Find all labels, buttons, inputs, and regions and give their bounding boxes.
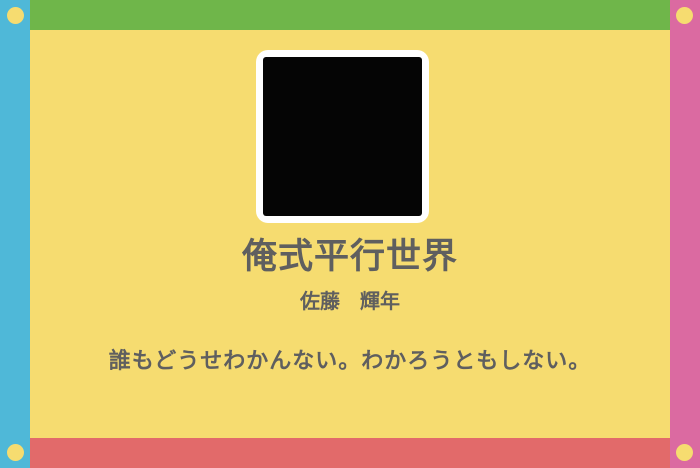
right-color-band bbox=[670, 0, 700, 468]
bottom-right-dot-icon bbox=[676, 444, 693, 461]
cover-image bbox=[263, 57, 422, 216]
bottom-color-band bbox=[30, 438, 670, 468]
author-name: 佐藤 輝年 bbox=[300, 289, 400, 313]
cover-frame bbox=[256, 50, 429, 223]
book-title: 俺式平行世界 bbox=[241, 237, 458, 277]
top-left-dot-icon bbox=[7, 7, 24, 24]
top-right-dot-icon bbox=[676, 7, 693, 24]
left-color-band bbox=[0, 0, 30, 468]
top-color-band bbox=[30, 0, 670, 30]
bottom-left-dot-icon bbox=[7, 444, 24, 461]
tagline: 誰もどうせわかんない。わかろうともしない。 bbox=[108, 349, 592, 374]
book-card: 俺式平行世界 佐藤 輝年 誰もどうせわかんない。わかろうともしない。 bbox=[0, 0, 700, 468]
